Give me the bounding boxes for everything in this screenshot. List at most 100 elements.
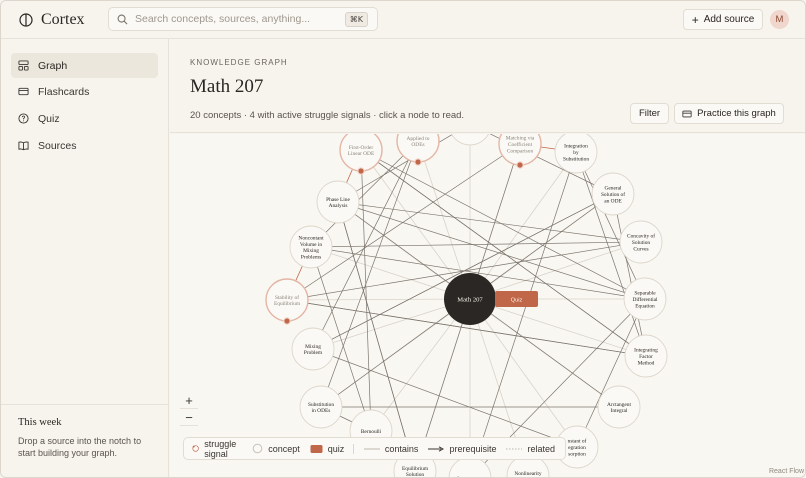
- concept-node-label: Problems: [301, 255, 321, 261]
- concept-node-label: General: [604, 186, 622, 192]
- concept-node-substitution-odes[interactable]: Substitutionin ODEs: [299, 385, 343, 429]
- concept-node-label: Comparison: [507, 148, 534, 154]
- concept-node-label: Coefficient: [508, 141, 533, 148]
- sidebar-item-label: Flashcards: [38, 85, 90, 98]
- legend-prerequisite: prerequisite: [428, 444, 496, 454]
- cards-icon: [682, 110, 692, 117]
- concept-node-label: Integral: [611, 408, 628, 414]
- concept-node-label: by: [573, 150, 579, 156]
- center-node[interactable]: Math 207: [444, 273, 496, 325]
- prerequisite-edge: [310, 241, 642, 248]
- legend-contains-label: contains: [384, 443, 419, 454]
- concept-node-label: sorption: [568, 451, 586, 457]
- graph-icon: [18, 60, 29, 71]
- search-input[interactable]: [135, 13, 335, 25]
- add-source-button[interactable]: + Add source: [683, 9, 763, 30]
- struggle-signal-dot: [414, 158, 422, 166]
- search-icon: [117, 14, 128, 24]
- page-kicker: KNOWLEDGE GRAPH: [190, 58, 288, 67]
- legend-concept-label: concept: [268, 443, 300, 454]
- zoom-in-button[interactable]: +: [180, 392, 198, 409]
- contains-edge: [469, 298, 578, 448]
- concept-node-matching[interactable]: Matching viaCoefficientComparison: [498, 134, 542, 169]
- react-flow-attribution[interactable]: React Flow: [769, 468, 804, 475]
- concept-node-phase-line[interactable]: Phase LineAnalysis: [316, 180, 360, 224]
- legend-quiz: quiz: [310, 443, 345, 454]
- page-header: KNOWLEDGE GRAPH Math 207 20 concepts · 4…: [170, 39, 805, 133]
- contains-line-icon: [363, 448, 380, 449]
- concept-node-first-order[interactable]: First-OrderLinear ODE: [339, 134, 383, 175]
- concept-node-integration-sub[interactable]: IntegrationbySubstitution: [554, 134, 598, 174]
- concept-node-label: Linear ODE: [348, 151, 375, 157]
- concept-node-label: egration: [568, 445, 586, 451]
- struggle-signal-dot: [357, 167, 365, 175]
- concept-node-label: Stability of: [275, 294, 299, 301]
- zoom-controls: + −: [180, 392, 198, 426]
- related-dotted-line-icon: [506, 448, 523, 449]
- concept-node-concavity[interactable]: Concavity ofSolutionCurves: [619, 220, 663, 264]
- concept-node-separable[interactable]: SeparableDifferentialEquation: [623, 277, 667, 321]
- legend-related-label: related: [527, 443, 555, 454]
- sidebar: Graph Flashcards Quiz Sources This week …: [1, 39, 169, 477]
- concept-node-integrating-factor[interactable]: IntegratingFactorMethod: [624, 334, 668, 378]
- concept-node-label: Matching via: [506, 136, 535, 142]
- concept-node-label: Solution: [406, 472, 425, 478]
- sidebar-item-label: Graph: [38, 59, 68, 72]
- concept-node-arctangent[interactable]: ArctangentIntegral: [597, 385, 641, 429]
- concept-node-label: Method: [638, 360, 655, 366]
- quiz-swatch-icon: [310, 444, 323, 453]
- graph-legend: struggle signal concept quiz contains pr…: [183, 437, 566, 460]
- concept-node-stability[interactable]: Stability ofEquilibrium: [265, 278, 309, 325]
- legend-contains: contains: [363, 443, 419, 454]
- concept-node-label: Equilibrium: [402, 466, 429, 472]
- search-box[interactable]: ⌘K: [108, 7, 378, 31]
- concept-node-label: Factor: [639, 354, 653, 360]
- concept-node-label: Phase Line: [326, 197, 350, 203]
- concept-node-circle: [448, 456, 492, 477]
- concept-node-general-solution[interactable]: GeneralSolution ofan ODE: [591, 172, 635, 216]
- concept-node-label: Arctangent: [607, 402, 631, 408]
- legend-struggle: struggle signal: [192, 439, 242, 459]
- this-week-panel: This week Drop a source into the notch t…: [1, 404, 169, 459]
- avatar[interactable]: M: [770, 10, 789, 29]
- brand-name: Cortex: [41, 11, 85, 28]
- concept-node-label: an ODE: [604, 198, 622, 204]
- concept-node-label: Nonlinearity: [514, 471, 542, 477]
- brand[interactable]: Cortex: [19, 11, 85, 29]
- concept-node-label: Integration: [564, 144, 588, 150]
- concept-node-label: nstant of: [568, 438, 587, 445]
- filter-button[interactable]: Filter: [630, 103, 669, 124]
- concept-node-label: Equilibrium: [274, 301, 301, 307]
- legend-related: related: [506, 444, 555, 454]
- concept-node-label: Separable: [634, 291, 656, 297]
- graph-canvas[interactable]: First-Order Linear ODE Applied to ODEs Match…: [170, 134, 806, 478]
- knowledge-graph[interactable]: First-OrderLinear ODE Applied toODEs Match…: [170, 134, 806, 478]
- quiz-tag-label: Quiz: [511, 297, 523, 303]
- concept-node-mixing[interactable]: MixingProblem: [291, 327, 335, 371]
- this-week-text: Drop a source into the notch to start bu…: [18, 436, 142, 458]
- book-icon: [18, 141, 29, 151]
- legend-prerequisite-label: prerequisite: [449, 443, 497, 454]
- concept-node-top-partial[interactable]: [449, 134, 491, 146]
- sidebar-item-label: Quiz: [38, 112, 60, 125]
- contains-edge: [469, 151, 577, 300]
- concept-node-label: Problem: [304, 350, 323, 356]
- concept-node-label: ODEs: [411, 142, 424, 148]
- sidebar-item-quiz[interactable]: Quiz: [11, 106, 158, 131]
- zoom-out-button[interactable]: −: [180, 409, 198, 426]
- concept-node-noncontant-volume[interactable]: NoncontantVolume inMixingProblems: [289, 225, 333, 269]
- this-week-title: This week: [18, 417, 62, 428]
- sidebar-item-graph[interactable]: Graph: [11, 53, 158, 78]
- legend-quiz-label: quiz: [327, 443, 345, 454]
- concept-node-label: First-Order: [349, 145, 373, 151]
- sidebar-item-flashcards[interactable]: Flashcards: [11, 79, 158, 104]
- sidebar-item-sources[interactable]: Sources: [11, 133, 158, 158]
- app-window: Cortex ⌘K + Add source M Graph: [0, 0, 806, 478]
- concept-node-label: Mixing: [305, 344, 321, 350]
- concept-node-autonomous[interactable]: Autonomous: [448, 456, 492, 478]
- quiz-tag[interactable]: Quiz: [495, 291, 538, 307]
- contains-edge: [469, 298, 647, 357]
- prerequisite-arrow-icon: [428, 445, 445, 452]
- practice-graph-button[interactable]: Practice this graph: [674, 103, 784, 124]
- concept-node-applied[interactable]: Applied toODEs: [396, 134, 440, 166]
